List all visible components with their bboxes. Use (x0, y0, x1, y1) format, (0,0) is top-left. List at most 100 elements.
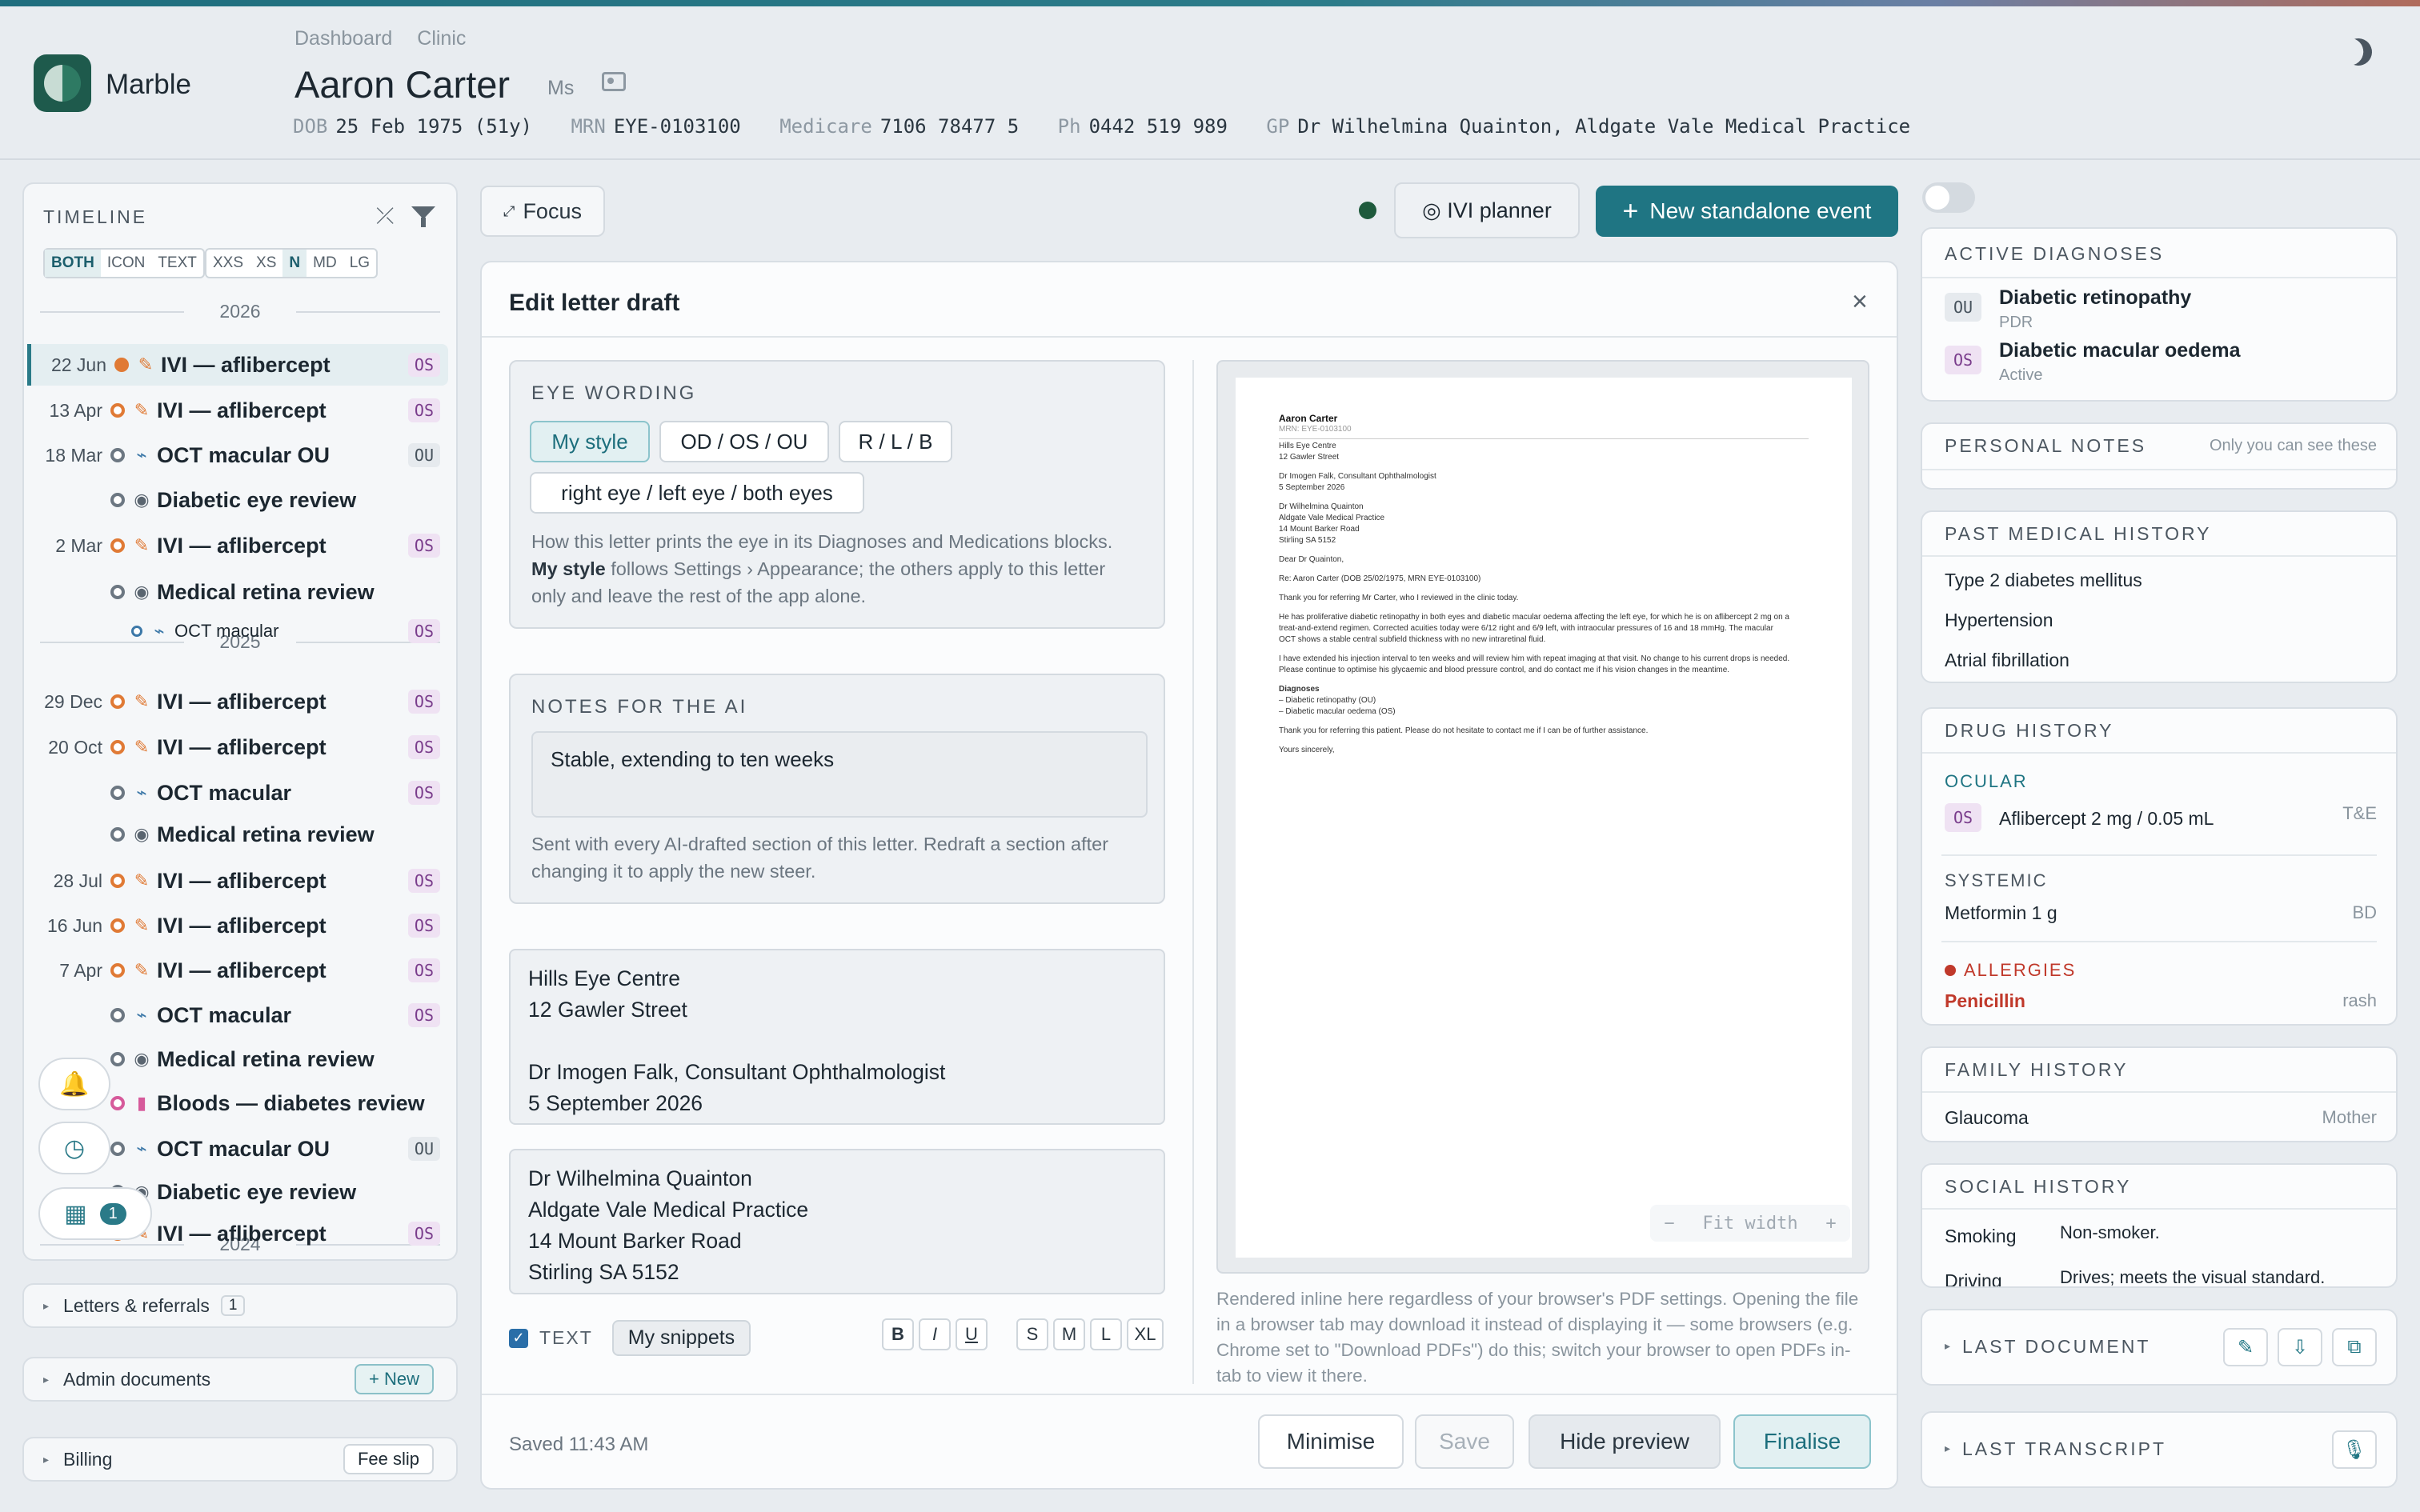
pmh-item[interactable]: Hypertension (1945, 610, 2053, 631)
timeline-event-row[interactable]: ◉ Diabetic eye review (27, 479, 448, 521)
pmh-item[interactable]: Atrial fibrillation (1945, 650, 2069, 671)
timeline-event-row[interactable]: ◉ Medical retina review (27, 814, 448, 855)
timeline-event-row[interactable]: 7 Apr ✎ IVI — aflibercept OS (27, 950, 448, 991)
event-dot (114, 358, 129, 372)
timeline-event-row[interactable]: 18 Mar ⌁ OCT macular OU OU (27, 434, 448, 476)
eye-wording-help-bold: My style (531, 558, 606, 579)
new-standalone-event-button[interactable]: + New standalone event (1596, 186, 1898, 237)
eye-icon: ◉ (134, 582, 150, 602)
mode-icon[interactable]: ICON (101, 250, 152, 277)
timeline-event-row[interactable]: ◉ Medical retina review (27, 571, 448, 613)
size-md[interactable]: MD (307, 250, 343, 277)
last-transcript-panel[interactable]: ▸ LAST TRANSCRIPT 🎙 (1921, 1411, 2398, 1488)
event-label: OCT macular OU (157, 1136, 331, 1161)
size-xl-button[interactable]: XL (1127, 1318, 1164, 1350)
theme-toggle-moon-icon[interactable] (2341, 34, 2376, 70)
letter-pdf-preview[interactable]: Aaron Carter MRN: EYE-0103100 Hills Eye … (1216, 360, 1869, 1274)
social-smoking-value[interactable]: Non-smoker. (2060, 1222, 2160, 1243)
my-snippets-button[interactable]: My snippets (611, 1320, 751, 1356)
allergy-name[interactable]: Penicillin (1945, 990, 2025, 1012)
letter-to-block-input[interactable]: Dr Wilhelmina Quainton Aldgate Vale Medi… (509, 1149, 1165, 1294)
bold-button[interactable]: B (882, 1318, 914, 1350)
event-eye-tag: OU (407, 1137, 440, 1161)
ocular-drug-name[interactable]: Aflibercept 2 mg / 0.05 mL (1999, 808, 2214, 830)
pmh-item[interactable]: Type 2 diabetes mellitus (1945, 570, 2142, 591)
diagnosis-name[interactable]: Diabetic macular oedema (1999, 339, 2241, 362)
timeline-event-row[interactable]: ⌁ OCT macular OS (27, 772, 448, 814)
timeline-event-row[interactable]: ⌁ OCT macular OS (27, 610, 448, 652)
preview-line: Thank you for referring Mr Carter, who I… (1279, 594, 1519, 602)
notifications-bell-icon[interactable]: 🔔 (38, 1058, 110, 1110)
preview-patient-name: Aaron Carter (1279, 413, 1338, 424)
zoom-out-button[interactable]: − (1664, 1214, 1674, 1234)
history-clock-icon[interactable]: ◷ (38, 1122, 110, 1174)
text-checkbox[interactable]: ✓ (509, 1328, 528, 1348)
timeline-event-row[interactable]: 28 Jul ✎ IVI — aflibercept OS (27, 860, 448, 902)
admin-documents-section[interactable]: ▸ Admin documents + New (22, 1357, 458, 1402)
open-external-icon[interactable]: ⧉ (2332, 1328, 2377, 1366)
letters-referrals-section[interactable]: ▸ Letters & referrals 1 (22, 1283, 458, 1328)
timeline-event-row[interactable]: 22 Jun ✎ IVI — aflibercept OS (27, 344, 448, 386)
eye-wording-help: How this letter prints the eye in its Di… (531, 528, 1140, 610)
collapse-icon[interactable]: ⤫ (376, 203, 394, 230)
panel-toggle-switch[interactable] (1922, 182, 1975, 213)
family-history-item[interactable]: Glaucoma (1945, 1107, 2029, 1129)
eye-wording-words[interactable]: right eye / left eye / both eyes (530, 472, 864, 514)
last-transcript-heading: LAST TRANSCRIPT (1962, 1438, 2167, 1459)
personal-notes-panel[interactable]: PERSONAL NOTES Only you can see these (1921, 422, 2398, 490)
save-button[interactable]: Save (1415, 1414, 1514, 1469)
size-lg[interactable]: LG (343, 250, 376, 277)
italic-button[interactable]: I (919, 1318, 951, 1350)
size-n[interactable]: N (282, 250, 307, 277)
new-admin-document-button[interactable]: + New (355, 1364, 434, 1394)
mode-text[interactable]: TEXT (151, 250, 203, 277)
zoom-label[interactable]: Fit width (1702, 1214, 1797, 1234)
eye-wording-r-l-b[interactable]: R / L / B (839, 421, 952, 462)
finalise-button[interactable]: Finalise (1733, 1414, 1871, 1469)
event-date: 28 Jul (53, 870, 102, 891)
eye-icon: ◉ (134, 1049, 150, 1069)
social-driving-value[interactable]: Drives; meets the visual standard. (2060, 1267, 2325, 1286)
billing-section[interactable]: ▸ Billing Fee slip (22, 1437, 458, 1482)
timeline-event-row[interactable]: 16 Jun ✎ IVI — aflibercept OS (27, 905, 448, 946)
hide-preview-button[interactable]: Hide preview (1529, 1414, 1721, 1469)
mode-both[interactable]: BOTH (45, 250, 101, 277)
focus-button[interactable]: ⤢ Focus (480, 186, 605, 237)
eye-wording-my-style[interactable]: My style (530, 421, 650, 462)
oct-scan-icon: ⌁ (136, 445, 147, 465)
breadcrumb-clinic[interactable]: Clinic (417, 27, 466, 50)
zoom-in-button[interactable]: + (1825, 1214, 1836, 1234)
eye-wording-od-os-ou[interactable]: OD / OS / OU (659, 421, 829, 462)
download-file-icon[interactable]: ⇩ (2278, 1328, 2322, 1366)
fee-slip-button[interactable]: Fee slip (343, 1444, 434, 1474)
size-s-button[interactable]: S (1016, 1318, 1048, 1350)
marble-logo[interactable] (34, 54, 91, 112)
size-xs[interactable]: XS (250, 250, 282, 277)
timeline-event-row[interactable]: 13 Apr ✎ IVI — aflibercept OS (27, 390, 448, 431)
timeline-event-row[interactable]: 29 Dec ✎ IVI — aflibercept OS (27, 681, 448, 722)
ivi-planner-button[interactable]: ◎ IVI planner (1394, 182, 1580, 238)
close-icon[interactable]: × (1852, 286, 1868, 318)
diagnosis-name[interactable]: Diabetic retinopathy (1999, 286, 2191, 310)
size-l-button[interactable]: L (1090, 1318, 1122, 1350)
timeline-event-row[interactable]: 20 Oct ✎ IVI — aflibercept OS (27, 726, 448, 768)
underline-button[interactable]: U (956, 1318, 988, 1350)
edit-pencil-icon[interactable]: ✎ (2223, 1328, 2268, 1366)
calendar-button[interactable]: ▦ 1 (38, 1187, 152, 1240)
id-card-icon[interactable] (602, 72, 626, 91)
microphone-icon[interactable]: 🎙 (2332, 1430, 2377, 1469)
size-xxs[interactable]: XXS (206, 250, 250, 277)
event-label: Medical retina review (157, 579, 375, 604)
last-document-panel[interactable]: ▸ LAST DOCUMENT ✎ ⇩ ⧉ (1921, 1309, 2398, 1386)
breadcrumb-dashboard[interactable]: Dashboard (294, 27, 392, 50)
timeline-event-row[interactable]: 2 Mar ✎ IVI — aflibercept OS (27, 525, 448, 566)
notes-for-ai-input[interactable]: Stable, extending to ten weeks (531, 731, 1148, 818)
systemic-drug-name[interactable]: Metformin 1 g (1945, 902, 2057, 924)
timeline-year-divider: 2026 (40, 301, 440, 322)
letter-from-block-input[interactable]: Hills Eye Centre 12 Gawler Street Dr Imo… (509, 949, 1165, 1125)
filter-icon[interactable] (411, 206, 435, 227)
syringe-icon: ✎ (134, 870, 150, 890)
size-m-button[interactable]: M (1053, 1318, 1085, 1350)
timeline-event-row[interactable]: ⌁ OCT macular OS (27, 994, 448, 1036)
minimise-button[interactable]: Minimise (1258, 1414, 1404, 1469)
